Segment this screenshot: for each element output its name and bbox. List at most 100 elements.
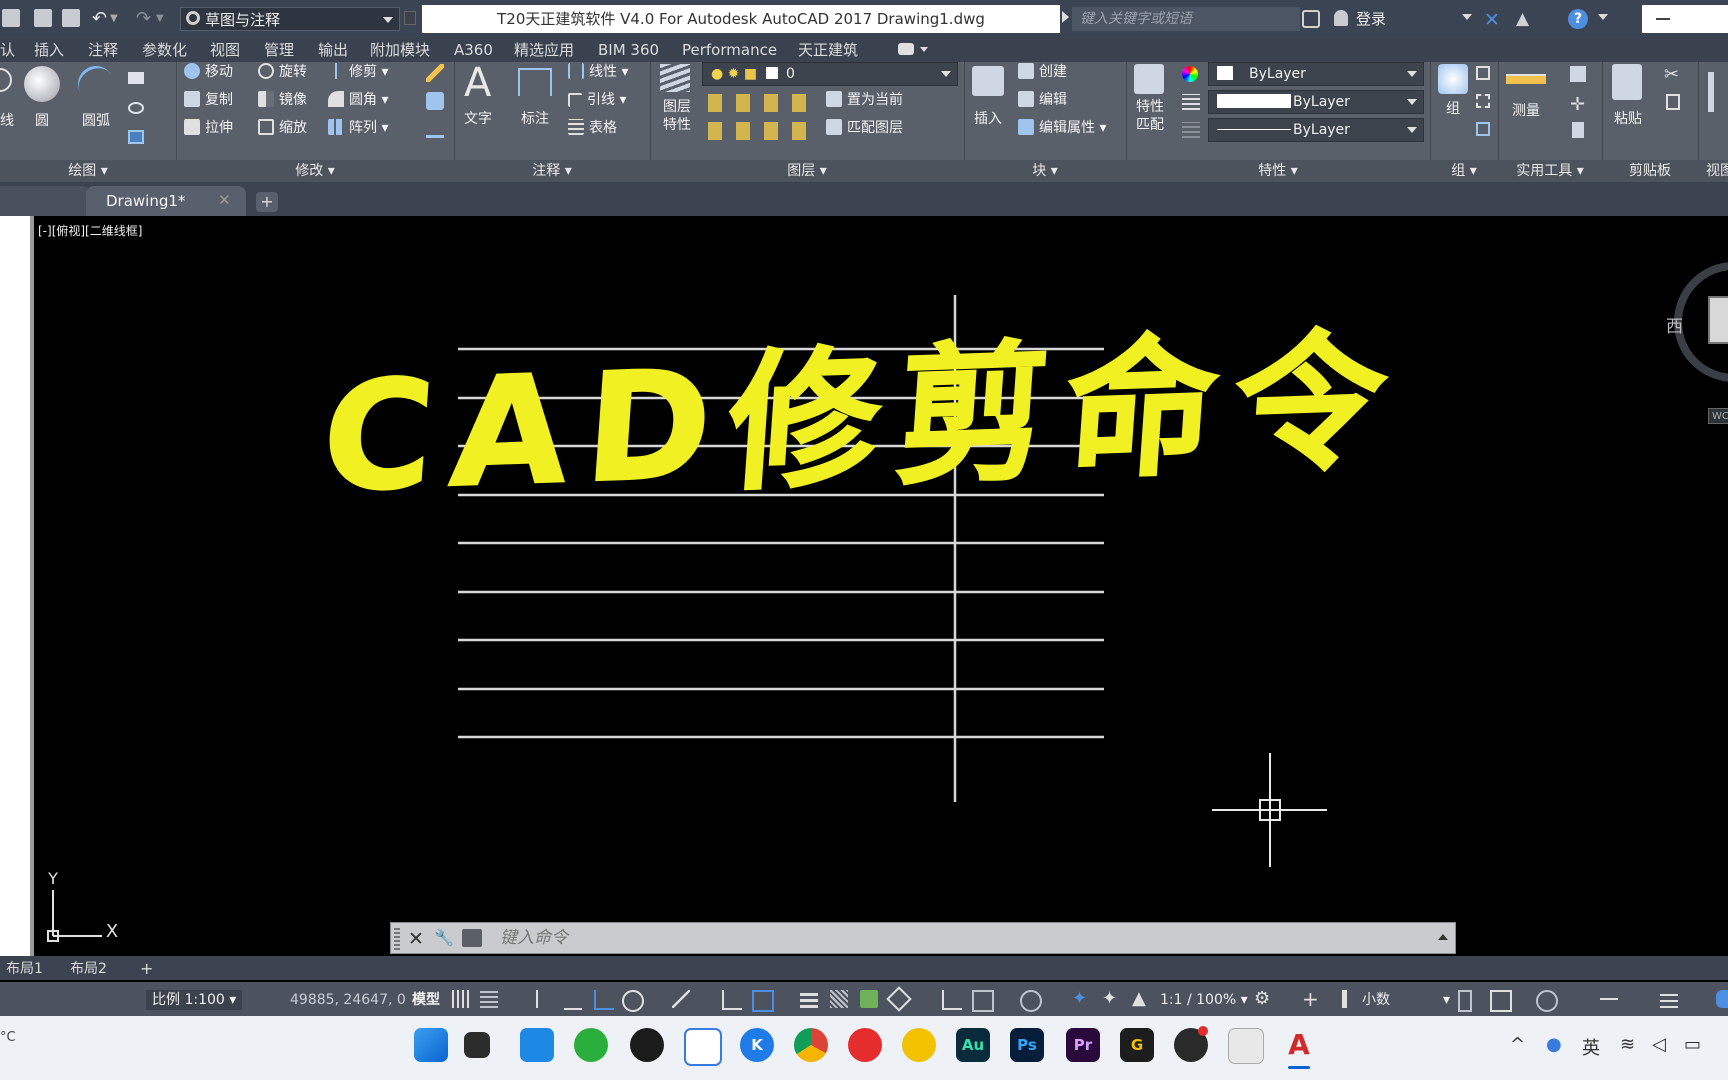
tab-view[interactable]: 视图 <box>210 38 240 62</box>
linetype-dropdown[interactable]: ByLayer <box>1208 118 1424 142</box>
command-input[interactable] <box>498 925 1428 951</box>
auto-scale-icon[interactable]: ✦ <box>1102 990 1120 1008</box>
units-selector[interactable]: 小数 ▾ <box>1362 990 1450 1010</box>
layer-tools-icons-2[interactable] <box>708 122 820 140</box>
compass-west-label[interactable]: 西 <box>1666 312 1683 337</box>
line-icon[interactable] <box>0 68 12 92</box>
chevron-down-icon[interactable] <box>920 47 928 52</box>
ortho-icon[interactable] <box>594 990 614 1010</box>
save-as-icon[interactable] <box>62 9 80 27</box>
exchange-icon[interactable]: ✕ <box>1484 9 1500 31</box>
line-button[interactable]: 线 <box>0 110 14 130</box>
viewcube[interactable] <box>1708 296 1728 344</box>
qq-icon[interactable] <box>630 1028 664 1062</box>
qq-music-icon[interactable] <box>902 1028 936 1062</box>
hardware-acceleration-icon[interactable] <box>1490 990 1512 1012</box>
minimize-icon[interactable] <box>1656 18 1670 20</box>
gear-icon[interactable]: ⚙ <box>1254 990 1272 1008</box>
annotation-visibility-icon[interactable]: ✦ <box>1072 990 1090 1008</box>
help-icon[interactable]: ? <box>1568 9 1588 29</box>
tab-parametric[interactable]: 参数化 <box>142 38 187 62</box>
circle-button[interactable]: 圆 <box>30 110 54 130</box>
panel-label-clipboard[interactable]: 剪贴板 <box>1602 160 1698 182</box>
arc-icon[interactable] <box>71 59 121 109</box>
save-icon[interactable] <box>34 9 52 27</box>
start-tab[interactable] <box>0 186 90 216</box>
group-edit-icon[interactable] <box>1476 94 1490 108</box>
baidu-netdisk-icon[interactable] <box>684 1028 722 1066</box>
gizmo-icon[interactable] <box>1020 990 1042 1012</box>
wifi-icon[interactable]: ≋ <box>1620 1034 1635 1055</box>
set-current-button[interactable]: 置为当前 <box>826 90 903 110</box>
dimension-button[interactable]: 标注 <box>516 108 554 128</box>
offset-icon[interactable] <box>426 120 444 138</box>
status-dash-icon[interactable] <box>1600 998 1618 1000</box>
selection-cycling-icon[interactable] <box>860 990 878 1008</box>
command-prompt-icon[interactable] <box>462 929 482 947</box>
open-icon[interactable] <box>2 9 20 27</box>
layer-dropdown[interactable]: ● ✹ ■ 0 <box>702 62 958 86</box>
edit-attributes-button[interactable]: 编辑属性 ▾ <box>1018 118 1106 138</box>
move-button[interactable]: 移动 <box>184 62 233 82</box>
grid-icon[interactable] <box>452 990 470 1008</box>
match-layer-button[interactable]: 匹配图层 <box>826 118 903 138</box>
copy-clip-icon[interactable] <box>1666 94 1680 110</box>
chevron-up-icon[interactable] <box>1438 934 1448 940</box>
explode-icon[interactable] <box>426 92 444 110</box>
quick-select-icon[interactable] <box>1570 66 1586 82</box>
create-block-button[interactable]: 创建 <box>1018 62 1067 82</box>
search-input[interactable]: 键入关键字或短语 <box>1072 7 1300 31</box>
infer-icon[interactable] <box>536 990 556 1008</box>
tab-layout2[interactable]: 布局2 <box>64 958 113 980</box>
rotate-button[interactable]: 旋转 <box>258 62 307 82</box>
copy-button[interactable]: 复制 <box>184 90 233 110</box>
transparency-icon[interactable] <box>830 990 848 1008</box>
panel-label-annotation[interactable]: 注释 ▾ <box>454 160 650 182</box>
autocad-icon[interactable]: A <box>1282 1028 1316 1062</box>
rectangle-icon[interactable] <box>128 72 144 84</box>
coordinates-readout[interactable]: 49885, 24647, 0 <box>290 990 406 1010</box>
scale-button[interactable]: 缩放 <box>258 118 307 138</box>
wechat-icon[interactable] <box>574 1028 608 1062</box>
tab-performance[interactable]: Performance <box>682 38 777 62</box>
cut-icon[interactable]: ✂ <box>1664 64 1679 85</box>
scale-selector[interactable]: 比例 1:100 ▾ <box>146 990 243 1010</box>
tab-default[interactable]: 认 <box>0 38 15 62</box>
chevron-down-icon[interactable] <box>1598 14 1608 20</box>
osnap-icon[interactable] <box>752 990 774 1012</box>
selection-filter-icon[interactable] <box>972 990 994 1012</box>
start-icon[interactable] <box>414 1028 448 1062</box>
clean-screen-icon[interactable] <box>1536 990 1558 1012</box>
group-button[interactable]: 组 <box>1438 98 1468 118</box>
tab-a360[interactable]: A360 <box>454 38 493 62</box>
linear-button[interactable]: 线性 ▾ <box>568 62 628 82</box>
annotation-scale-selector[interactable]: 1:1 / 100% ▾ <box>1160 990 1248 1010</box>
hatch-icon[interactable] <box>128 130 144 144</box>
expand-arrow-icon[interactable] <box>1062 11 1069 23</box>
tangent-icon[interactable] <box>1228 1028 1264 1064</box>
tab-output[interactable]: 输出 <box>318 38 348 62</box>
add-layout-button[interactable]: + <box>134 958 159 980</box>
ime-indicator[interactable]: 英 <box>1582 1034 1600 1060</box>
netease-music-icon[interactable] <box>848 1028 882 1062</box>
annotation-scale-icon[interactable]: ▲ <box>1132 990 1150 1008</box>
ellipse-icon[interactable] <box>128 102 144 114</box>
workspace-selector[interactable]: 草图与注释 <box>180 7 400 31</box>
isodraft-icon[interactable] <box>672 990 690 1008</box>
plus-icon[interactable]: + <box>1302 989 1320 1009</box>
match-properties-button[interactable]: 特性 匹配 <box>1130 98 1170 134</box>
table-button[interactable]: 表格 <box>568 118 617 138</box>
panel-label-utilities[interactable]: 实用工具 ▾ <box>1498 160 1602 182</box>
kugou-icon[interactable]: K <box>740 1028 774 1062</box>
customize-menu-icon[interactable] <box>1660 990 1678 1008</box>
task-view-icon[interactable] <box>464 1032 490 1058</box>
panel-label-layers[interactable]: 图层 ▾ <box>650 160 964 182</box>
layer-properties-button[interactable]: 图层 特性 <box>660 98 694 134</box>
dynamic-ucs-icon[interactable] <box>942 990 962 1010</box>
tab-annotate[interactable]: 注释 <box>88 38 118 62</box>
circle-icon[interactable] <box>24 66 60 102</box>
window-controls[interactable] <box>1642 5 1728 33</box>
panel-label-view[interactable]: 视图 <box>1698 160 1728 182</box>
viewport-controls[interactable]: [-][俯视][二维线框] <box>38 222 142 239</box>
isolate-icon[interactable] <box>1458 990 1472 1012</box>
